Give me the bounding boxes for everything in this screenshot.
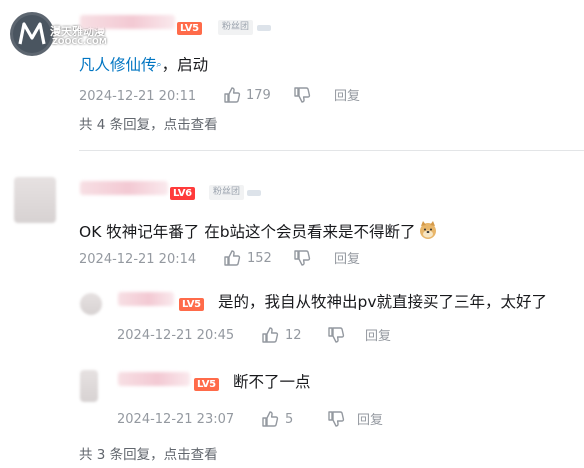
username[interactable]: [118, 292, 174, 306]
reply-time: 2024-12-21 20:45: [117, 328, 235, 343]
view-replies-link[interactable]: 共 3 条回复，点击查看: [79, 446, 218, 464]
level-badge: LV5: [179, 298, 204, 311]
level-badge: LV6: [170, 187, 195, 200]
thumb-up-icon[interactable]: [261, 410, 279, 428]
like-count: 5: [285, 412, 294, 427]
thumb-down-icon[interactable]: [327, 410, 345, 428]
reply-text: 是的，我自从牧神出pv就直接买了三年，太好了: [218, 293, 548, 311]
doge-emoji-icon: [418, 220, 438, 245]
like-count: 12: [285, 328, 302, 343]
divider: [79, 150, 584, 151]
fan-badge[interactable]: 粉丝团: [218, 20, 254, 35]
reply-button[interactable]: 回复: [334, 251, 360, 269]
avatar[interactable]: [80, 370, 98, 402]
comment-text: 凡人修仙传⌕，启动: [79, 56, 209, 74]
comment-time: 2024-12-21 20:14: [79, 252, 197, 267]
watermark-sub: ZOOCC.COM: [52, 37, 107, 46]
reply-time: 2024-12-21 23:07: [117, 412, 235, 427]
reply-text: 断不了一点: [233, 373, 311, 391]
reply-button[interactable]: 回复: [365, 328, 391, 346]
username[interactable]: [118, 372, 190, 386]
like-count: 152: [247, 251, 272, 266]
view-replies-link[interactable]: 共 4 条回复，点击查看: [79, 116, 218, 134]
avatar[interactable]: [80, 293, 102, 315]
thumb-up-icon[interactable]: [223, 86, 241, 104]
level-badge: LV5: [194, 378, 219, 391]
fan-badge-bar: [247, 190, 261, 196]
comment-time: 2024-12-21 20:11: [79, 89, 197, 104]
reply-button[interactable]: 回复: [334, 88, 360, 106]
reply-button[interactable]: 回复: [357, 412, 383, 430]
fan-badge[interactable]: 粉丝团: [209, 185, 245, 200]
thumb-up-icon[interactable]: [261, 326, 279, 344]
level-badge: LV5: [177, 22, 202, 35]
thumb-up-icon[interactable]: [223, 249, 241, 267]
avatar[interactable]: [14, 177, 56, 223]
like-count: 179: [246, 88, 271, 103]
fan-badge-bar: [257, 25, 271, 31]
username[interactable]: [80, 15, 175, 29]
username[interactable]: [80, 181, 168, 195]
watermark-logo: [12, 14, 52, 54]
comment-text: OK 牧神记年番了 在b站这个会员看来是不得断了: [79, 220, 438, 245]
thumb-down-icon[interactable]: [327, 326, 345, 344]
thumb-down-icon[interactable]: [293, 86, 311, 104]
thumb-down-icon[interactable]: [293, 249, 311, 267]
topic-link[interactable]: 凡人修仙传: [79, 56, 157, 74]
